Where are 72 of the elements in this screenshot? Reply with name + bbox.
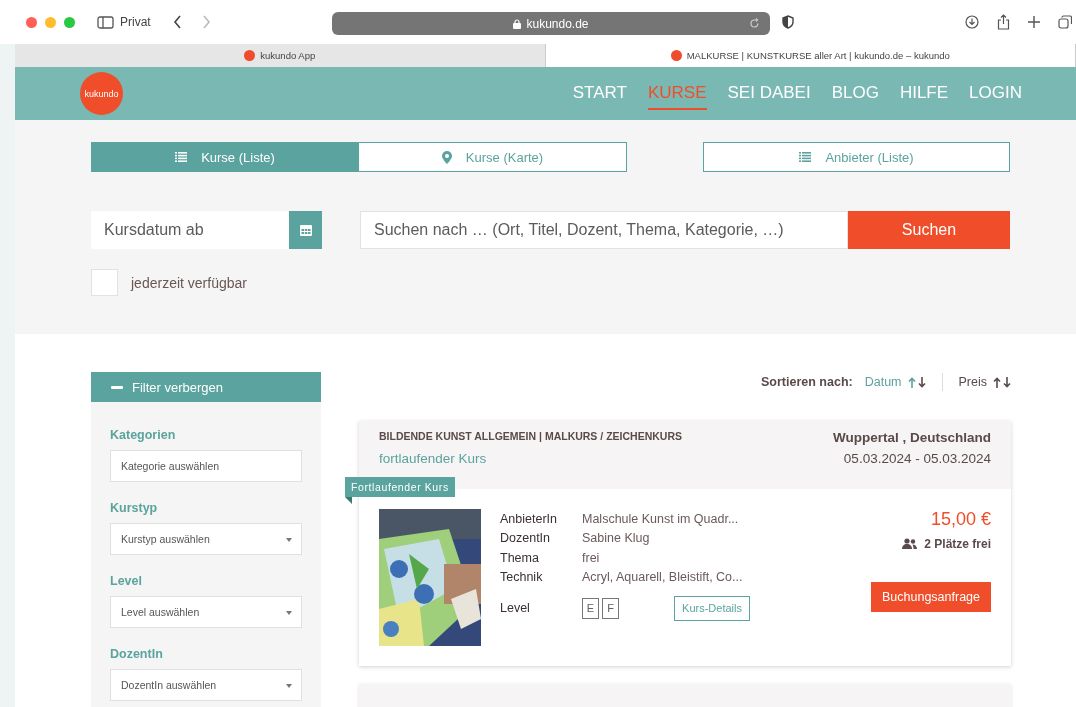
search-field[interactable]: Suchen nach … (Ort, Titel, Dozent, Thema, Kategorie, …) bbox=[360, 211, 848, 249]
detail-value: Acryl, Aquarell, Bleistift, Co... bbox=[582, 570, 743, 585]
url-text: kukundo.de bbox=[526, 16, 589, 31]
detail-value: Sabine Klug bbox=[582, 531, 650, 546]
close-dot[interactable] bbox=[26, 16, 37, 28]
sort-option[interactable]: Datum bbox=[864, 375, 902, 389]
level-tag: F bbox=[602, 597, 619, 619]
nav-link[interactable]: SEI DABEI bbox=[727, 77, 811, 110]
level-tag: E bbox=[582, 597, 599, 619]
sort-arrows-icon[interactable] bbox=[907, 376, 926, 388]
course-categories: BILDENDE KUNST ALLGEMEIN | MALKURS / ZEICHENKURS bbox=[379, 430, 682, 442]
search-button[interactable]: Suchen bbox=[848, 211, 1010, 249]
sort-arrows-icon[interactable] bbox=[993, 376, 1011, 388]
people-icon bbox=[902, 538, 918, 550]
detail-value: Malschule Kunst im Quadr... bbox=[582, 511, 739, 526]
nav-link[interactable]: HILFE bbox=[899, 77, 949, 110]
view-tab[interactable]: Kurse (Liste) bbox=[91, 142, 359, 172]
browser-tab[interactable]: kukundo App bbox=[15, 44, 546, 67]
tabs-icon[interactable] bbox=[1058, 15, 1072, 29]
share-icon[interactable] bbox=[997, 14, 1010, 30]
view-tab[interactable]: Kurse (Karte) bbox=[359, 142, 627, 172]
course-location: Wuppertal , Deutschland bbox=[832, 430, 991, 445]
location-pin-icon bbox=[441, 150, 452, 164]
new-tab-icon[interactable] bbox=[1028, 16, 1040, 28]
details-button[interactable]: Kurs-Details bbox=[674, 595, 750, 621]
browser-tab[interactable]: MALKURSE | KUNSTKURSE aller Art | kukundo.de – kukundo bbox=[545, 44, 1076, 67]
list-icon bbox=[175, 152, 188, 162]
calendar-icon bbox=[299, 224, 312, 236]
logo[interactable]: kukundo bbox=[80, 72, 123, 115]
shield-icon[interactable] bbox=[782, 15, 794, 29]
seats-text: 2 Plätze frei bbox=[924, 537, 991, 551]
course-type: fortlaufender Kurs bbox=[379, 451, 488, 466]
detail-label: AnbieterIn bbox=[500, 511, 558, 526]
back-icon[interactable] bbox=[172, 15, 182, 29]
nav-link[interactable]: KURSE bbox=[647, 77, 707, 110]
sort-label: Sortieren nach: bbox=[761, 375, 853, 389]
view-tab[interactable]: Anbieter (Liste) bbox=[703, 142, 1010, 172]
booking-button[interactable]: Buchungsanfrage bbox=[871, 582, 991, 612]
sort-option[interactable]: Preis bbox=[958, 375, 987, 389]
filter-label: Kategorien bbox=[110, 428, 177, 442]
course-ribbon: Fortlaufender Kurs bbox=[345, 477, 455, 504]
detail-value: frei bbox=[582, 550, 600, 565]
zoom-dot[interactable] bbox=[64, 16, 75, 28]
filter-select[interactable]: DozentIn auswählen bbox=[110, 669, 302, 701]
filter-toggle[interactable]: Filter verbergen bbox=[91, 372, 321, 402]
filter-field[interactable]: Kategorie auswählen bbox=[110, 450, 302, 482]
sidebar-icon[interactable] bbox=[97, 15, 114, 29]
filter-select[interactable]: Level auswählen bbox=[110, 596, 302, 628]
checkbox-label: jederzeit verfügbar bbox=[131, 274, 247, 291]
minimize-dot[interactable] bbox=[45, 16, 56, 28]
filter-label: Kurstyp bbox=[110, 501, 159, 515]
filter-label: DozentIn bbox=[110, 647, 164, 661]
nav-link[interactable]: START bbox=[572, 77, 627, 110]
filter-select[interactable]: Kurstyp auswählen bbox=[110, 523, 302, 555]
nav-link[interactable]: LOGIN bbox=[969, 77, 1022, 110]
download-icon[interactable] bbox=[965, 15, 979, 29]
private-label: Privat bbox=[120, 15, 151, 29]
calendar-button[interactable] bbox=[289, 211, 322, 249]
nav-link[interactable]: BLOG bbox=[831, 77, 879, 110]
detail-label: Level bbox=[500, 601, 531, 615]
course-dates: 05.03.2024 - 05.03.2024 bbox=[842, 451, 991, 466]
date-field[interactable]: Kursdatum ab bbox=[91, 211, 289, 249]
detail-label: Thema bbox=[500, 550, 540, 565]
list-icon bbox=[799, 152, 812, 162]
detail-label: DozentIn bbox=[500, 531, 552, 546]
reload-icon[interactable] bbox=[749, 18, 760, 29]
filter-label: Level bbox=[110, 574, 143, 588]
course-price: 15,00 € bbox=[930, 509, 991, 530]
detail-label: Technik bbox=[500, 570, 544, 585]
lock-icon bbox=[513, 18, 522, 29]
checkbox[interactable] bbox=[91, 269, 118, 296]
address-bar[interactable]: kukundo.de bbox=[332, 12, 770, 35]
